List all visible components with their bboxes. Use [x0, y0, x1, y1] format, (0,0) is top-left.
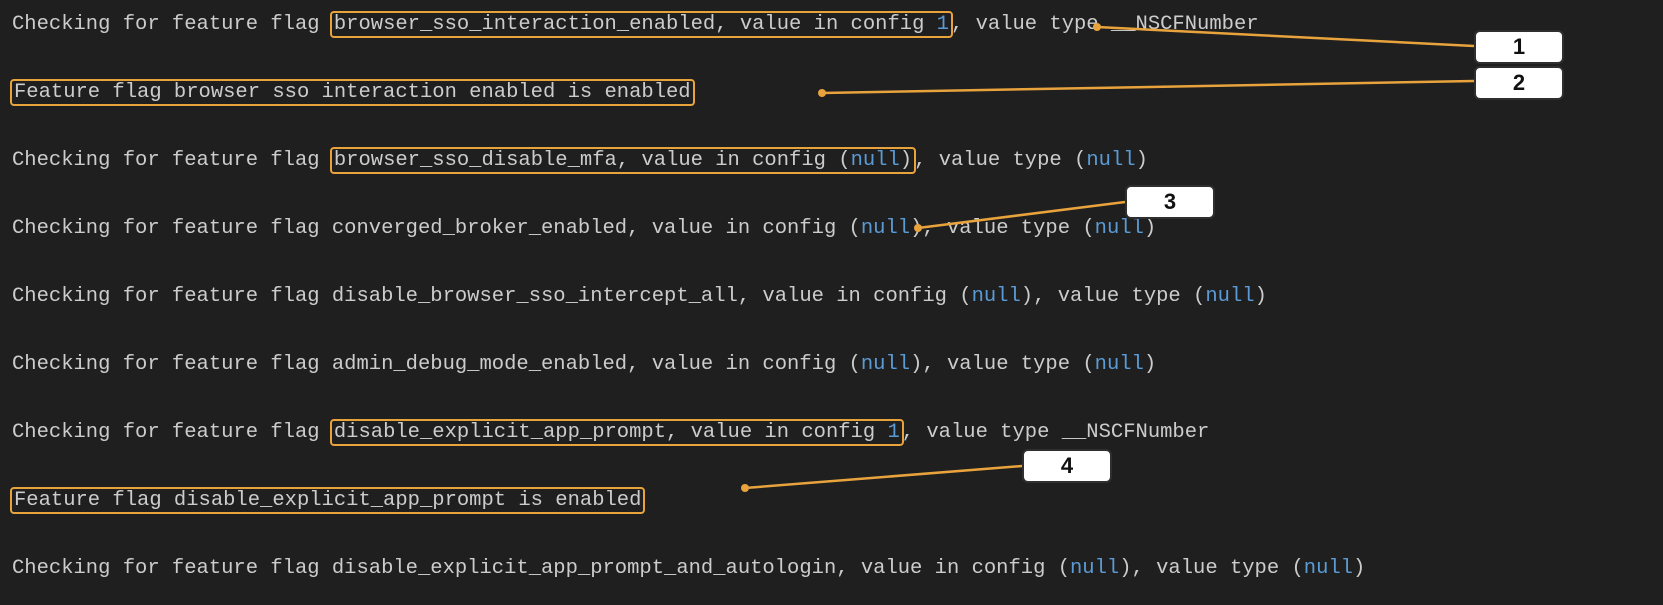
log-line: Checking for feature flag browser_sso_in…	[12, 8, 1651, 42]
log-line: Checking for feature flag browser_sso_di…	[12, 144, 1651, 178]
flag-name: disable_explicit_app_prompt	[334, 421, 666, 444]
null-literal: null	[861, 217, 910, 240]
highlight-box-2: browser_sso_disable_mfa, value in config…	[330, 147, 916, 174]
text: Checking for feature flag	[12, 421, 332, 444]
null-literal: null	[972, 285, 1021, 308]
text: , value in config	[627, 217, 848, 240]
flag-name: admin_debug_mode_enabled	[332, 353, 627, 376]
null-literal: null	[861, 353, 910, 376]
text: , value in config	[617, 149, 838, 172]
text: , value in config	[627, 353, 848, 376]
log-line: Checking for feature flag admin_debug_mo…	[12, 348, 1651, 382]
flag-name: browser_sso_disable_mfa	[334, 149, 617, 172]
config-value: 1	[937, 13, 949, 36]
text: , value in config	[836, 557, 1057, 580]
text: , value type	[1033, 285, 1193, 308]
log-line: Checking for feature flag disable_explic…	[12, 552, 1651, 586]
log-line: Feature flag disable_explicit_app_prompt…	[12, 484, 1651, 518]
text: Checking for feature flag	[12, 557, 332, 580]
log-line: Checking for feature flag disable_explic…	[12, 416, 1651, 450]
text: , value in config	[666, 421, 887, 444]
text: , value type	[1132, 557, 1292, 580]
text: Checking for feature flag	[12, 353, 332, 376]
value-type: __NSCFNumber	[1062, 421, 1210, 444]
text: Checking for feature flag	[12, 149, 332, 172]
flag-name: disable_explicit_app_prompt_and_autologi…	[332, 557, 836, 580]
text: , value type	[951, 13, 1111, 36]
flag-name: converged_broker_enabled	[332, 217, 627, 240]
text: , value type	[902, 421, 1062, 444]
highlight-box-3a: disable_explicit_app_prompt, value in co…	[330, 419, 904, 446]
highlight-box-1b: Feature flag browser sso interaction ena…	[10, 79, 695, 106]
null-literal: null	[1070, 557, 1119, 580]
value-type: __NSCFNumber	[1111, 13, 1259, 36]
null-literal: null	[1095, 217, 1144, 240]
text: , value in config	[715, 13, 936, 36]
text: , value type	[914, 149, 1074, 172]
flag-name: disable_browser_sso_intercept_all	[332, 285, 738, 308]
text: , value type	[922, 353, 1082, 376]
log-line: Checking for feature flag converged_brok…	[12, 212, 1651, 246]
log-output: Checking for feature flag browser_sso_in…	[0, 0, 1663, 605]
config-value: 1	[887, 421, 899, 444]
log-line: Checking for feature flag disable_browse…	[12, 280, 1651, 314]
null-literal: null	[1205, 285, 1254, 308]
null-literal: null	[851, 149, 900, 172]
text: , value type	[922, 217, 1082, 240]
text: Checking for feature flag	[12, 13, 332, 36]
text: , value in config	[738, 285, 959, 308]
text: Checking for feature flag	[12, 217, 332, 240]
null-literal: null	[1086, 149, 1135, 172]
log-line: Feature flag browser sso interaction ena…	[12, 76, 1651, 110]
null-literal: null	[1304, 557, 1353, 580]
highlight-box-3b: Feature flag disable_explicit_app_prompt…	[10, 487, 645, 514]
null-literal: null	[1095, 353, 1144, 376]
text: Checking for feature flag	[12, 285, 332, 308]
highlight-box-1a: browser_sso_interaction_enabled, value i…	[330, 11, 953, 38]
flag-name: browser_sso_interaction_enabled	[334, 13, 715, 36]
